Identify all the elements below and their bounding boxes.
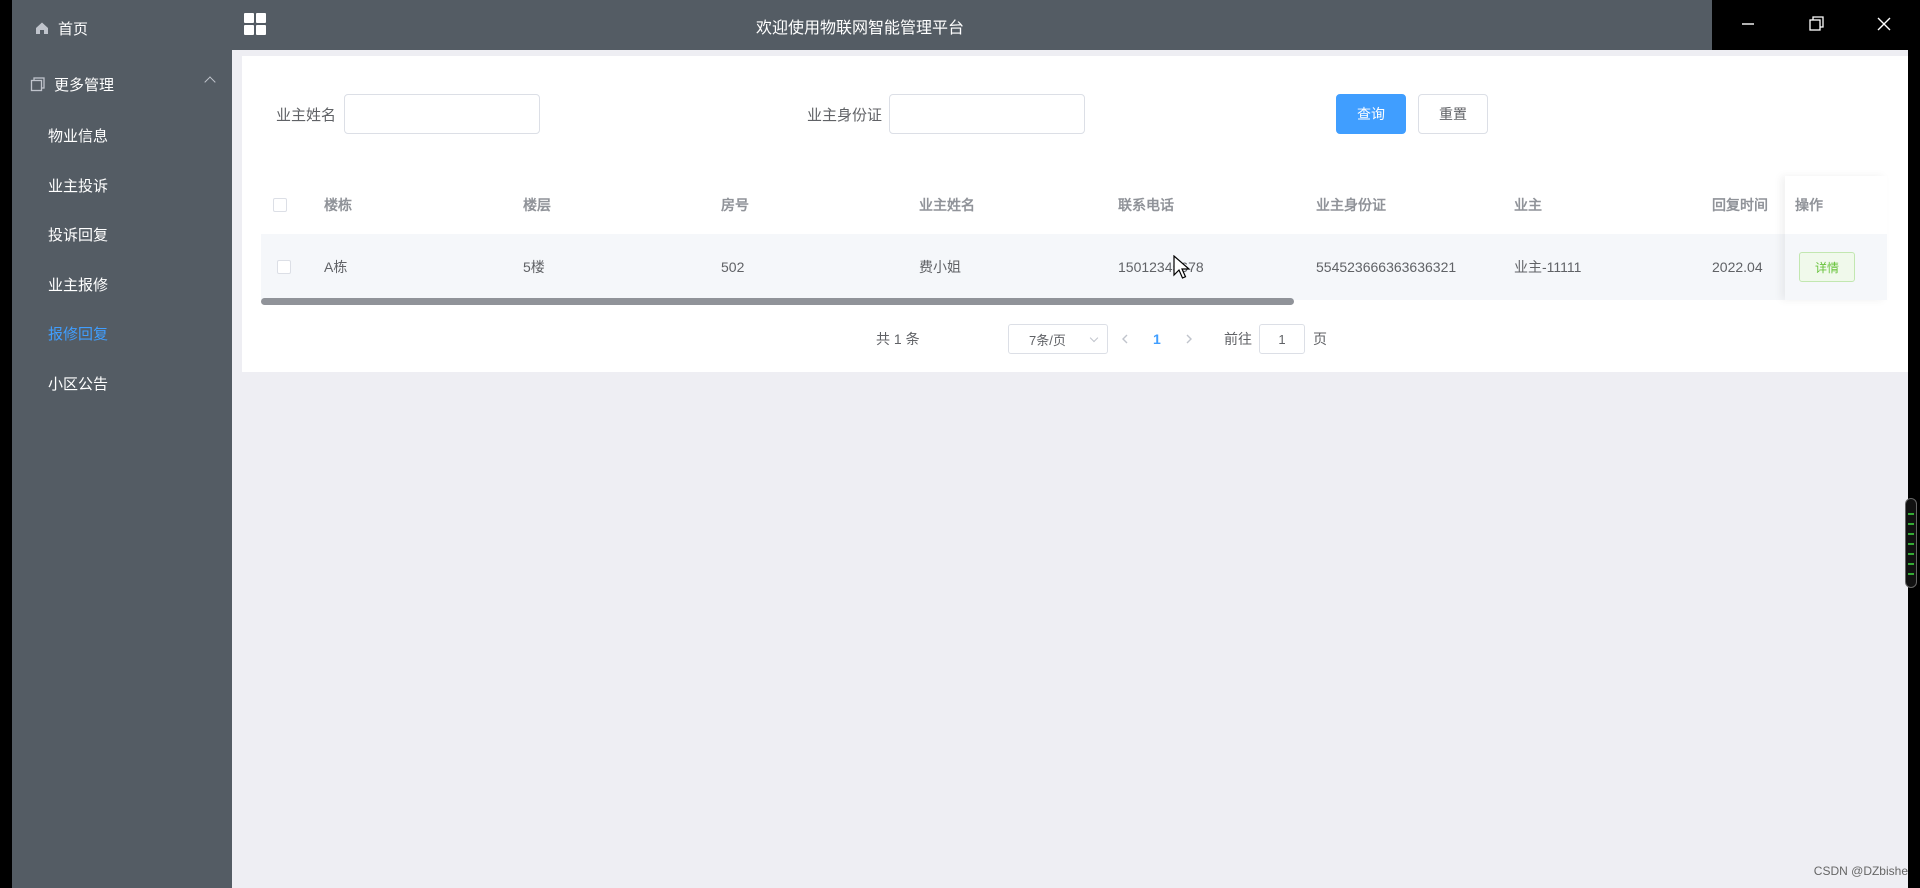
restore-icon[interactable] [1804, 12, 1828, 36]
cell-owner: 业主-11111 [1514, 259, 1582, 275]
screen-edge [1908, 0, 1920, 888]
sidebar-item-property-info[interactable]: 物业信息 [12, 110, 232, 160]
col-header-reply-time: 回复时间 [1712, 197, 1768, 213]
sidebar: 首页 更多管理 物业信息 业主投诉 投诉回复 业主报修 报修回复 小区公告 [12, 0, 232, 888]
sidebar-item-owner-complaint[interactable]: 业主投诉 [12, 160, 232, 210]
fixed-action-column: 操作 详情 [1785, 176, 1887, 300]
cell-reply-time: 2022.04 [1712, 259, 1763, 275]
page-size-select[interactable]: 7条/页 [1008, 324, 1108, 354]
action-cell: 详情 [1785, 234, 1887, 300]
cell-id-card: 554523666363636321 [1316, 259, 1457, 275]
goto-label: 前往 [1224, 331, 1252, 347]
col-header-building: 楼栋 [324, 197, 352, 213]
home-icon [36, 22, 48, 34]
nav-home[interactable]: 首页 [12, 3, 232, 53]
mouse-cursor-icon [1173, 255, 1191, 279]
reset-button[interactable]: 重置 [1418, 94, 1488, 134]
col-header-owner-name: 业主姓名 [919, 197, 975, 213]
prev-page-icon[interactable] [1118, 332, 1132, 346]
page-size-value: 7条/页 [1029, 332, 1066, 348]
cell-building: A栋 [324, 259, 348, 275]
chevron-down-icon [1089, 333, 1099, 343]
col-header-owner: 业主 [1514, 197, 1542, 213]
col-header-phone: 联系电话 [1118, 197, 1174, 213]
content-panel: 业主姓名 业主身份证 查询 重置 楼栋 楼层 房号 业主姓名 联系电话 业主身份… [242, 56, 1908, 372]
page-unit-label: 页 [1313, 331, 1327, 347]
page-vertical-scrollbar[interactable] [1905, 498, 1917, 588]
minimize-icon[interactable] [1736, 12, 1760, 36]
col-header-floor: 楼层 [523, 197, 551, 213]
col-header-room: 房号 [721, 197, 749, 213]
cell-owner-name: 费小姐 [919, 259, 961, 275]
nav-home-label: 首页 [58, 20, 89, 38]
table-horizontal-scrollbar[interactable] [261, 298, 1887, 305]
goto-page-input[interactable] [1259, 324, 1305, 354]
main-content: 业主姓名 业主身份证 查询 重置 楼栋 楼层 房号 业主姓名 联系电话 业主身份… [232, 50, 1908, 888]
scrollbar-thumb[interactable] [261, 298, 1294, 305]
owner-name-label: 业主姓名 [276, 107, 337, 124]
data-table: 楼栋 楼层 房号 业主姓名 联系电话 业主身份证 业主 回复时间 A栋 5楼 5… [261, 176, 1887, 300]
page-number-current[interactable]: 1 [1153, 324, 1161, 354]
sidebar-item-community-notice[interactable]: 小区公告 [12, 358, 232, 408]
nav-more-management[interactable]: 更多管理 [12, 59, 232, 109]
row-checkbox[interactable] [277, 234, 291, 300]
top-bar: 欢迎使用物联网智能管理平台 [232, 0, 1712, 50]
owner-id-label: 业主身份证 [807, 107, 883, 124]
pagination-total: 共 1 条 [876, 331, 920, 347]
next-page-icon[interactable] [1182, 332, 1196, 346]
select-all-checkbox[interactable] [273, 176, 287, 234]
cell-floor: 5楼 [523, 259, 545, 275]
close-icon[interactable] [1872, 12, 1896, 36]
sidebar-item-complaint-reply[interactable]: 投诉回复 [12, 209, 232, 259]
copy-icon [30, 77, 45, 92]
owner-name-input[interactable] [344, 94, 540, 134]
table-row[interactable] [261, 234, 1887, 300]
owner-id-input[interactable] [889, 94, 1085, 134]
app-title: 欢迎使用物联网智能管理平台 [755, 20, 964, 37]
nav-more-label: 更多管理 [54, 76, 115, 94]
detail-button[interactable]: 详情 [1799, 252, 1855, 282]
sidebar-item-repair-reply[interactable]: 报修回复 [12, 308, 232, 358]
window-controls [1712, 0, 1908, 50]
col-header-id-card: 业主身份证 [1316, 197, 1386, 213]
col-header-action: 操作 [1795, 197, 1823, 213]
chevron-up-icon [204, 76, 216, 88]
sidebar-item-owner-repair[interactable]: 业主报修 [12, 259, 232, 309]
query-button[interactable]: 查询 [1336, 94, 1406, 134]
watermark: CSDN @DZbishe [1813, 864, 1908, 878]
cell-room: 502 [721, 259, 745, 275]
